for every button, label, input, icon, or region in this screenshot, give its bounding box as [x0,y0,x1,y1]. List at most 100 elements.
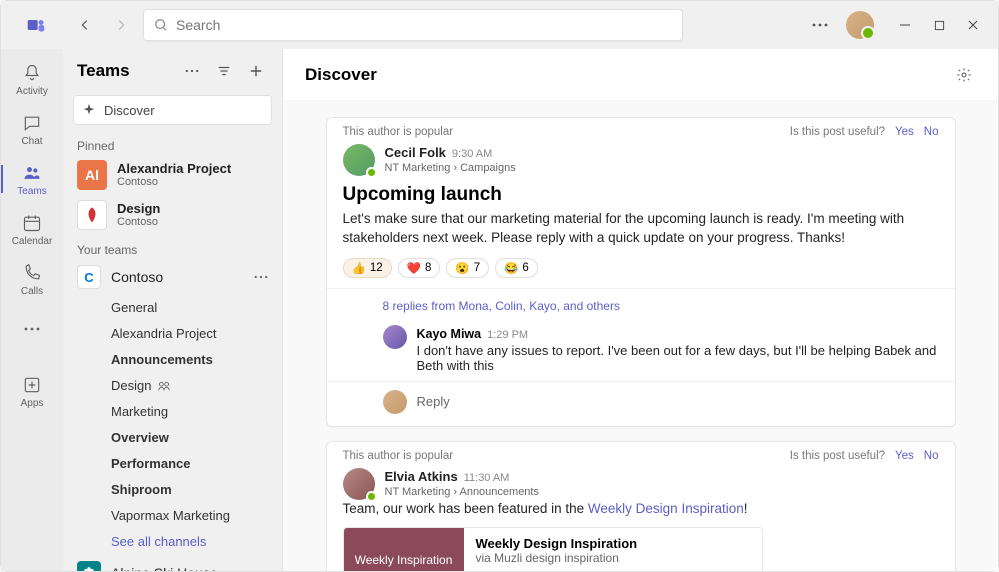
team-avatar-icon: C [77,265,101,289]
discover-card: This author is popular Is this post usef… [326,441,956,571]
back-button[interactable] [71,11,99,39]
team-avatar-icon: Al [77,160,107,190]
rail-teams[interactable]: Teams [1,155,63,203]
minimize-button[interactable] [888,9,922,41]
minimize-icon [899,19,911,31]
pinned-item[interactable]: Al Alexandria ProjectContoso [63,155,282,195]
sidebar: Teams Discover Pinned Al Alexandria Proj… [63,49,283,571]
team-avatar-icon: ✽ [77,561,101,571]
team-header[interactable]: C Contoso [63,259,282,295]
useful-yes[interactable]: Yes [895,450,914,462]
rail-chat[interactable]: Chat [1,105,63,153]
reactions: 👍12 ❤️8 😮7 😂6 [343,258,939,278]
popular-label: This author is popular [343,450,454,462]
filter-button[interactable] [212,59,236,83]
reaction-pill[interactable]: 😂6 [495,258,538,278]
rail-calendar[interactable]: Calendar [1,205,63,253]
popular-label: This author is popular [343,126,454,138]
breadcrumb[interactable]: NT Marketing › Announcements [385,486,539,498]
settings-button[interactable] [952,63,976,87]
channel-item[interactable]: Announcements [63,347,282,373]
calendar-icon [21,212,43,234]
useful-no[interactable]: No [924,450,939,462]
search-input[interactable] [176,17,672,33]
shared-channel-icon [157,379,171,393]
rail-more[interactable] [1,305,63,353]
maximize-icon [934,20,945,31]
rail-calls[interactable]: Calls [1,255,63,303]
main-pane: Discover This author is popular Is this … [283,49,998,571]
search-bar[interactable] [143,9,683,41]
channel-item[interactable]: Performance [63,451,282,477]
reaction-pill[interactable]: ❤️8 [398,258,441,278]
team-avatar-icon [77,200,107,230]
pinned-item[interactable]: DesignContoso [63,195,282,235]
preview-image: Weekly Inspiration [344,528,464,571]
post-body: Let's make sure that our marketing mater… [343,210,939,248]
app-logo [9,15,63,35]
preview-title: Weekly Design Inspiration [476,536,638,551]
see-all-channels[interactable]: See all channels [63,529,282,555]
breadcrumb[interactable]: NT Marketing › Campaigns [385,162,516,174]
rail-label: Teams [17,186,46,197]
people-icon [21,162,43,184]
your-teams-header: Your teams [63,235,282,259]
reaction-pill[interactable]: 😮7 [446,258,489,278]
chevron-right-icon [114,18,128,32]
rail-apps[interactable]: Apps [1,367,63,415]
channel-item[interactable]: Design [63,373,282,399]
search-icon [154,18,168,32]
post-title: Upcoming launch [343,184,939,206]
self-avatar [383,390,407,414]
useful-label: Is this post useful? [790,126,885,138]
user-avatar[interactable] [846,11,874,39]
reaction-pill[interactable]: 👍12 [343,258,392,278]
inline-link[interactable]: Weekly Design Inspiration [588,501,744,516]
useful-no[interactable]: No [924,126,939,138]
discover-card: This author is popular Is this post usef… [326,117,956,427]
main-header: Discover [283,49,998,101]
channel-item[interactable]: Vapormax Marketing [63,503,282,529]
chat-icon [21,112,43,134]
reply-item: Kayo Miwa1:29 PM I don't have any issues… [327,319,955,381]
gear-icon [956,67,972,83]
replies-link[interactable]: 8 replies from Mona, Colin, Kayo, and ot… [327,288,955,319]
reply-input[interactable]: Reply [327,381,955,426]
ellipsis-icon[interactable] [254,275,268,279]
reply-placeholder: Reply [417,394,450,409]
channel-item[interactable]: General [63,295,282,321]
team-name: Alpine Ski House [111,565,244,571]
presence-available-icon [366,167,377,178]
ellipsis-icon [185,69,199,73]
phone-icon [21,262,43,284]
maximize-button[interactable] [922,9,956,41]
discover-entry[interactable]: Discover [73,95,272,125]
bell-icon [21,62,43,84]
create-team-button[interactable] [244,59,268,83]
more-options-button[interactable] [808,13,832,37]
sidebar-more-button[interactable] [180,59,204,83]
channel-item[interactable]: Shiproom [63,477,282,503]
useful-label: Is this post useful? [790,450,885,462]
pinned-sub: Contoso [117,216,160,229]
close-button[interactable] [956,9,990,41]
channel-item[interactable]: Alexandria Project [63,321,282,347]
close-icon [967,19,979,31]
team-header[interactable]: ✽ Alpine Ski House [63,555,282,571]
reply-avatar[interactable] [383,325,407,349]
pinned-name: Design [117,202,160,216]
useful-yes[interactable]: Yes [895,126,914,138]
link-preview-card[interactable]: Weekly Inspiration Weekly Design Inspira… [343,527,763,571]
sidebar-title: Teams [77,61,172,81]
rail-activity[interactable]: Activity [1,55,63,103]
forward-button[interactable] [107,11,135,39]
post-author: Elvia Atkins [385,469,458,484]
author-avatar[interactable] [343,144,375,176]
app-rail: Activity Chat Teams Calendar Calls Apps [1,49,63,571]
channel-item[interactable]: Overview [63,425,282,451]
chevron-left-icon [78,18,92,32]
channel-item[interactable]: Marketing [63,399,282,425]
preview-sub: via Muzli design inspiration [476,551,638,565]
pinned-sub: Contoso [117,176,231,189]
author-avatar[interactable] [343,468,375,500]
